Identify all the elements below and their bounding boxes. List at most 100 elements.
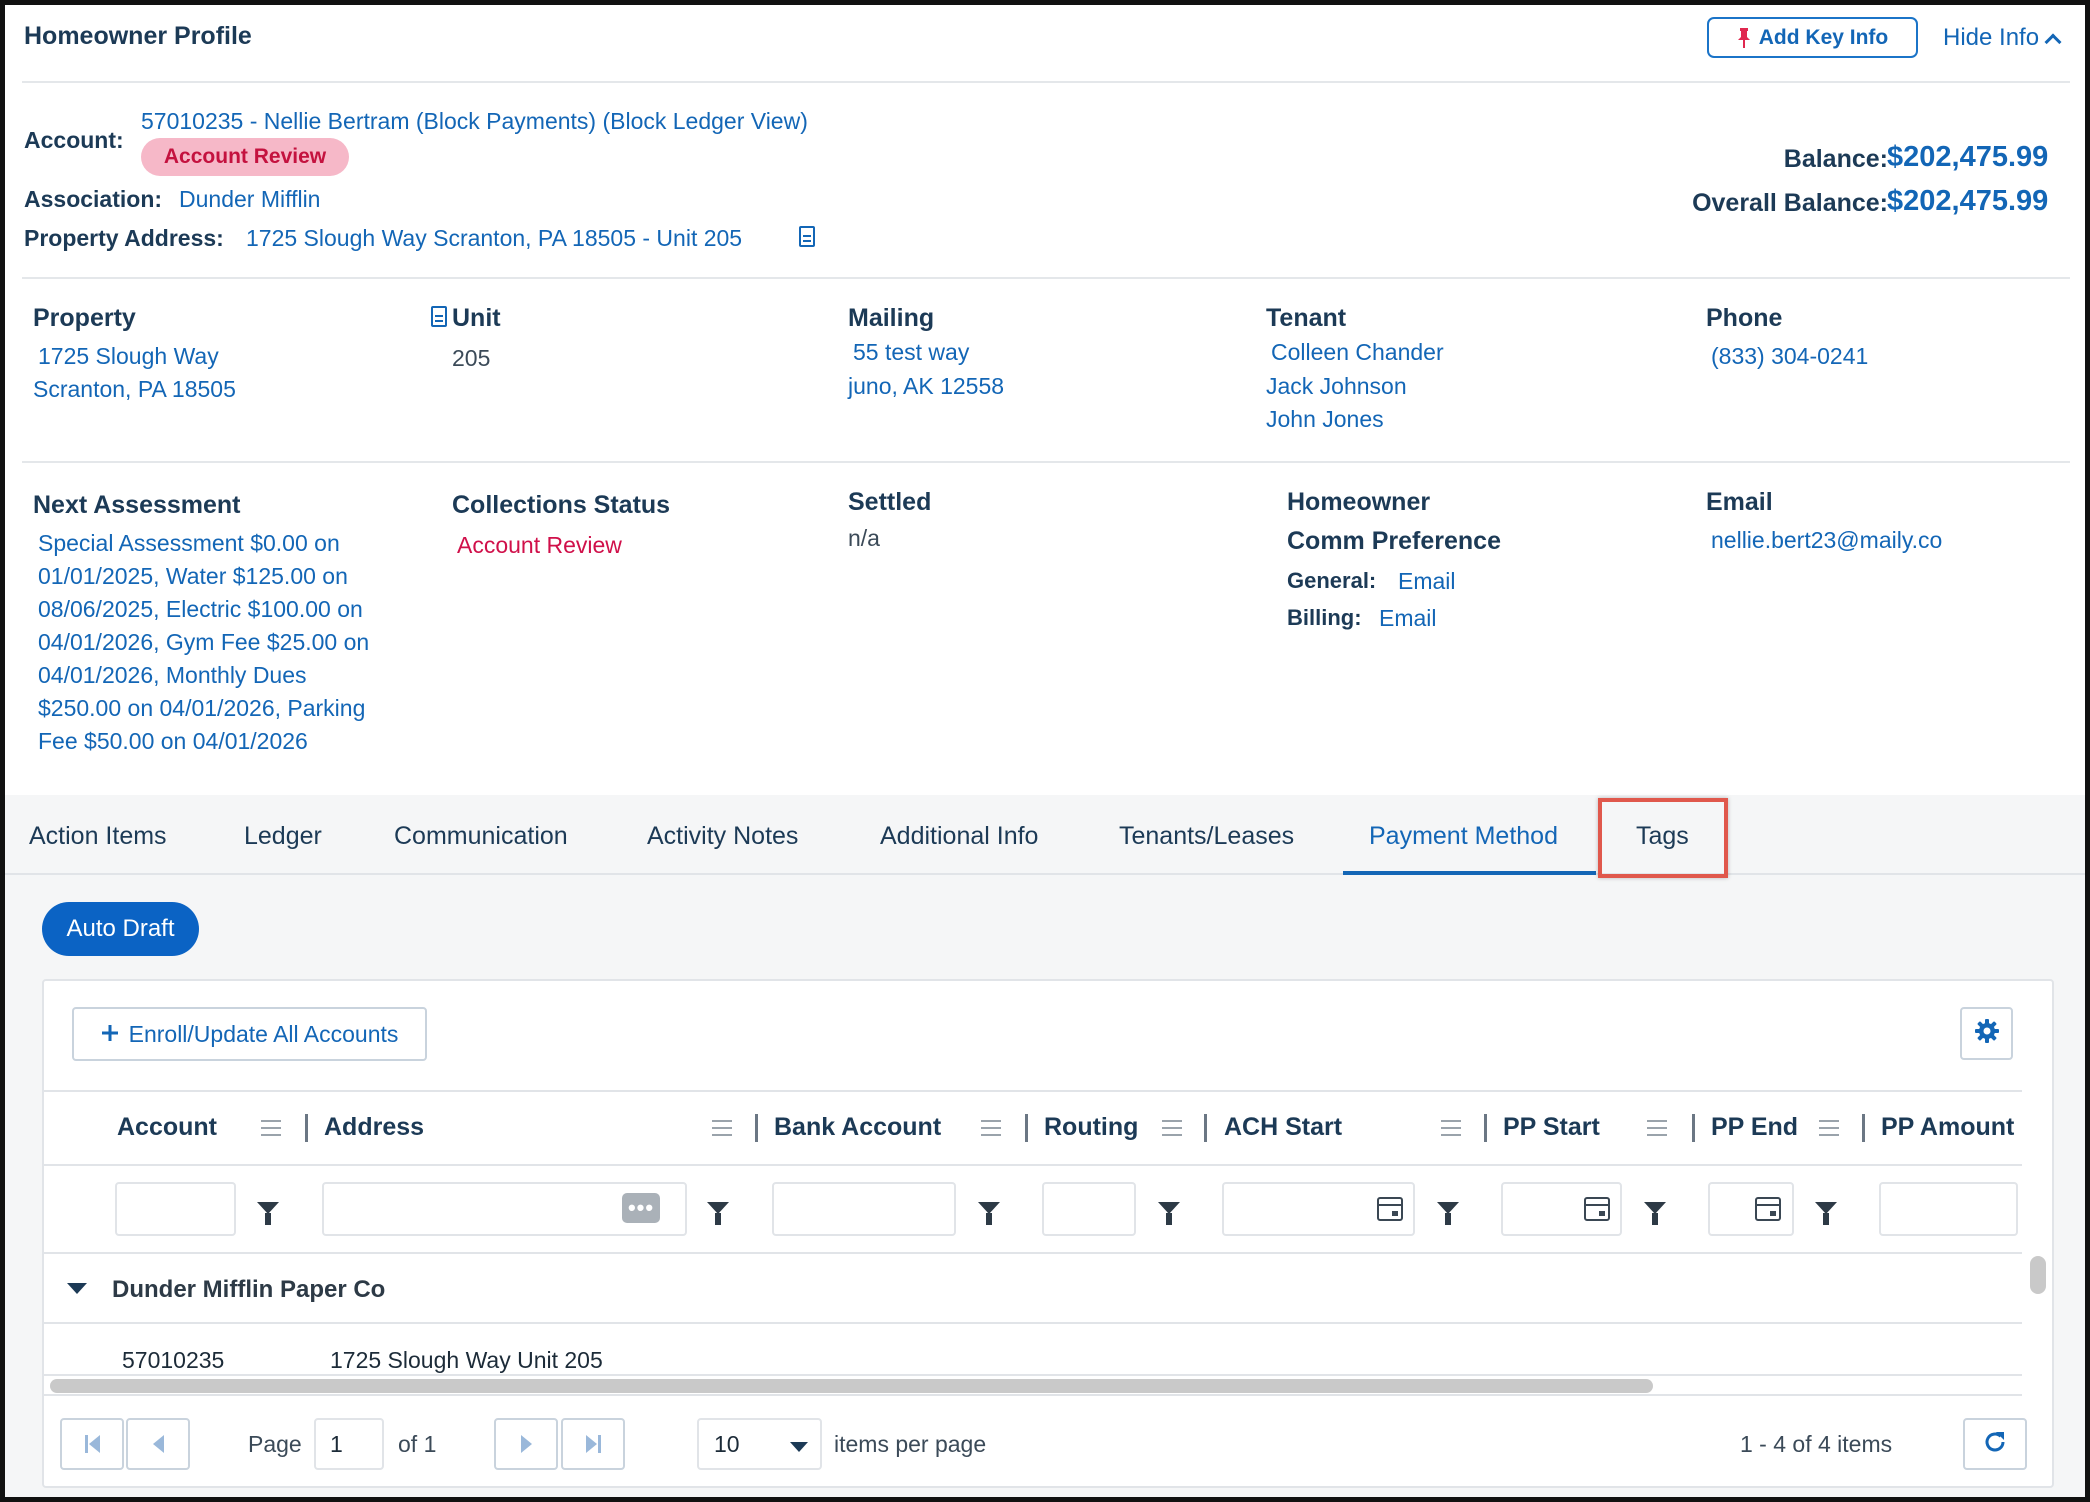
column-resize-handle[interactable] <box>1484 1114 1487 1142</box>
previous-page-icon <box>152 1435 164 1453</box>
filter-icon[interactable] <box>707 1202 729 1225</box>
page-size-select[interactable]: 10 <box>697 1418 822 1470</box>
page-size-value: 10 <box>714 1430 740 1457</box>
column-header-bank-account[interactable]: Bank Account <box>774 1113 941 1142</box>
pp-amount-filter-input[interactable] <box>1879 1182 2018 1236</box>
mailing-line1[interactable]: 55 test way <box>853 336 969 369</box>
document-icon[interactable] <box>799 226 815 247</box>
column-header-pp-end[interactable]: PP End <box>1711 1113 1798 1142</box>
column-resize-handle[interactable] <box>755 1114 758 1142</box>
mailing-line2[interactable]: juno, AK 12558 <box>848 370 1004 403</box>
column-resize-handle[interactable] <box>1862 1114 1865 1142</box>
enroll-label: Enroll/Update All Accounts <box>128 1020 399 1047</box>
filter-icon[interactable] <box>978 1202 1000 1225</box>
auto-draft-button[interactable]: Auto Draft <box>42 902 199 956</box>
property-line2[interactable]: Scranton, PA 18505 <box>33 373 236 406</box>
general-pref-value[interactable]: Email <box>1398 568 1456 595</box>
tenant-name[interactable]: Colleen Chander <box>1271 336 1444 369</box>
first-page-button[interactable] <box>60 1418 124 1470</box>
property-line1[interactable]: 1725 Slough Way <box>38 340 219 373</box>
column-menu-icon[interactable] <box>981 1120 1001 1136</box>
column-header-account[interactable]: Account <box>117 1113 217 1142</box>
divider <box>22 81 2070 83</box>
hide-info-toggle[interactable]: Hide Info <box>1943 24 2062 52</box>
phone-heading: Phone <box>1706 304 1783 332</box>
overall-balance-label: Overall Balance: <box>1692 189 1888 217</box>
assessment-line[interactable]: Special Assessment $0.00 on <box>38 527 369 560</box>
add-key-info-button[interactable]: Add Key Info <box>1707 17 1918 58</box>
email-link[interactable]: nellie.bert23@maily.co <box>1711 524 1942 557</box>
pp-end-filter-input[interactable] <box>1708 1182 1794 1236</box>
tab-activity-notes[interactable]: Activity Notes <box>647 822 798 851</box>
mailing-heading: Mailing <box>848 304 935 332</box>
tenant-heading: Tenant <box>1266 304 1347 332</box>
tab-action-items[interactable]: Action Items <box>29 822 167 851</box>
column-menu-icon[interactable] <box>1162 1120 1182 1136</box>
column-menu-icon[interactable] <box>712 1120 732 1136</box>
column-header-pp-amount[interactable]: PP Amount <box>1881 1113 2014 1142</box>
refresh-button[interactable] <box>1963 1418 2027 1470</box>
routing-filter-input[interactable] <box>1042 1182 1136 1236</box>
property-address-label: Property Address: <box>24 225 224 251</box>
hide-info-label: Hide Info <box>1943 24 2040 51</box>
more-options-icon[interactable]: ••• <box>622 1193 660 1223</box>
filter-icon[interactable] <box>1815 1202 1837 1225</box>
refresh-icon <box>1982 1429 2008 1460</box>
assessment-line[interactable]: 04/01/2026, Monthly Dues <box>38 659 369 692</box>
association-label: Association: <box>24 186 163 212</box>
column-resize-handle[interactable] <box>1025 1114 1028 1142</box>
column-menu-icon[interactable] <box>261 1120 281 1136</box>
column-header-pp-start[interactable]: PP Start <box>1503 1113 1600 1142</box>
column-resize-handle[interactable] <box>1692 1114 1695 1142</box>
tab-communication[interactable]: Communication <box>394 822 568 851</box>
column-resize-handle[interactable] <box>305 1114 308 1142</box>
assessment-line[interactable]: 01/01/2025, Water $125.00 on <box>38 560 369 593</box>
phone-link[interactable]: (833) 304-0241 <box>1711 340 1868 373</box>
vertical-scrollbar[interactable] <box>2030 1256 2046 1294</box>
last-page-button[interactable] <box>561 1418 625 1470</box>
document-icon[interactable] <box>431 306 448 327</box>
assessment-line[interactable]: Fee $50.00 on 04/01/2026 <box>38 725 369 758</box>
tab-tenants-leases[interactable]: Tenants/Leases <box>1119 822 1294 851</box>
tenant-name[interactable]: John Jones <box>1266 403 1384 436</box>
column-header-routing[interactable]: Routing <box>1044 1113 1138 1142</box>
page-number-input[interactable]: 1 <box>314 1418 384 1470</box>
filter-icon[interactable] <box>1437 1202 1459 1225</box>
account-filter-input[interactable] <box>115 1182 236 1236</box>
account-link[interactable]: 57010235 - Nellie Bertram (Block Payment… <box>141 108 808 135</box>
column-menu-icon[interactable] <box>1819 1120 1839 1136</box>
horizontal-scrollbar[interactable] <box>50 1379 1653 1393</box>
property-address-link[interactable]: 1725 Slough Way Scranton, PA 18505 - Uni… <box>246 225 742 252</box>
tab-additional-info[interactable]: Additional Info <box>880 822 1038 851</box>
billing-pref-value[interactable]: Email <box>1379 605 1437 632</box>
bank-account-filter-input[interactable] <box>772 1182 956 1236</box>
assessment-line[interactable]: $250.00 on 04/01/2026, Parking <box>38 692 369 725</box>
column-header-address[interactable]: Address <box>324 1113 424 1142</box>
comm-pref-heading: Comm Preference <box>1287 527 1501 555</box>
previous-page-button[interactable] <box>126 1418 190 1470</box>
assessment-line[interactable]: 08/06/2025, Electric $100.00 on <box>38 593 369 626</box>
balance-value: $202,475.99 <box>1887 141 2049 173</box>
calendar-icon[interactable] <box>1584 1197 1610 1221</box>
calendar-icon[interactable] <box>1755 1197 1781 1221</box>
filter-icon[interactable] <box>1158 1202 1180 1225</box>
grid-settings-button[interactable] <box>1960 1007 2013 1060</box>
column-menu-icon[interactable] <box>1441 1120 1461 1136</box>
filter-icon[interactable] <box>1644 1202 1666 1225</box>
row-account: 57010235 <box>122 1347 225 1373</box>
first-page-icon <box>84 1435 100 1453</box>
column-header-ach-start[interactable]: ACH Start <box>1224 1113 1342 1142</box>
calendar-icon[interactable] <box>1377 1197 1403 1221</box>
next-page-button[interactable] <box>494 1418 558 1470</box>
assessment-line[interactable]: 04/01/2026, Gym Fee $25.00 on <box>38 626 369 659</box>
enroll-update-all-accounts-button[interactable]: Enroll/Update All Accounts <box>72 1007 427 1061</box>
collapse-group-icon[interactable] <box>67 1283 87 1294</box>
tab-payment-method[interactable]: Payment Method <box>1369 822 1558 851</box>
association-link[interactable]: Dunder Mifflin <box>179 186 320 213</box>
column-menu-icon[interactable] <box>1647 1120 1667 1136</box>
filter-icon[interactable] <box>257 1202 279 1225</box>
unit-value: 205 <box>452 345 491 371</box>
column-resize-handle[interactable] <box>1204 1114 1207 1142</box>
tenant-name[interactable]: Jack Johnson <box>1266 370 1407 403</box>
tab-ledger[interactable]: Ledger <box>244 822 322 851</box>
